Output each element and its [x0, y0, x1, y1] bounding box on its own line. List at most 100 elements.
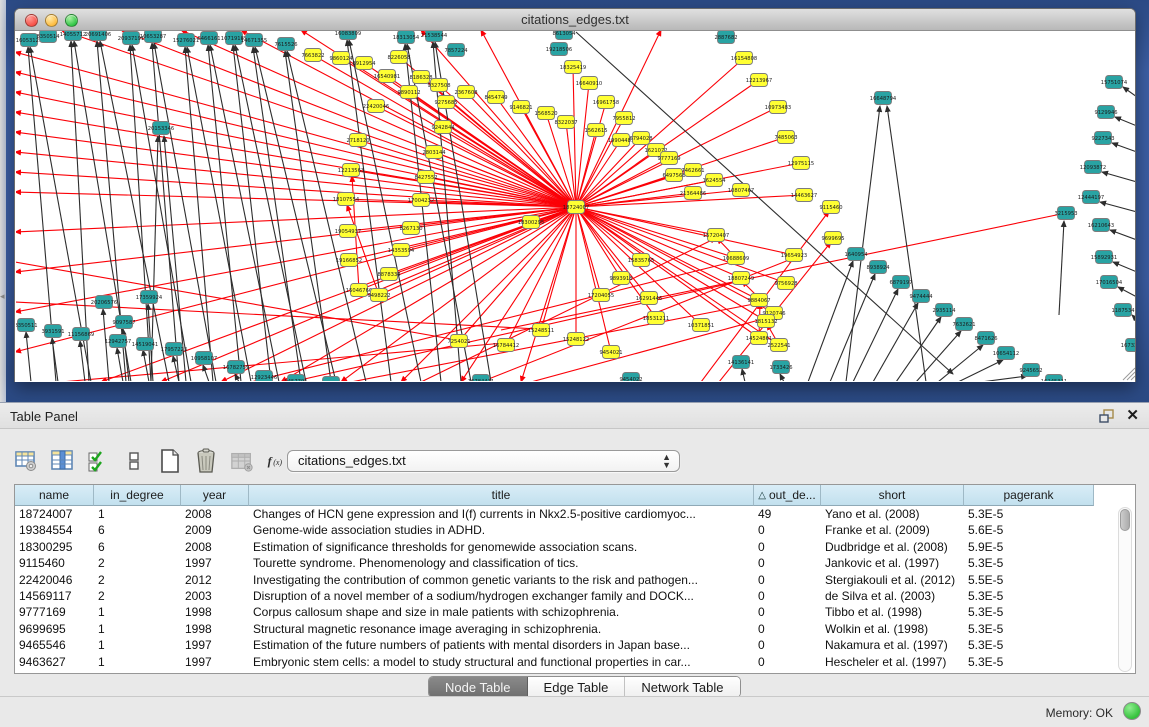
graph-node[interactable]: 1640954 — [844, 248, 868, 261]
table-row[interactable]: 1938455462009Genome-wide association stu… — [15, 522, 1119, 538]
graph-node[interactable]: 19054937 — [335, 225, 361, 238]
graph-node[interactable]: 10688609 — [723, 252, 749, 265]
graph-node[interactable]: 16154808 — [731, 52, 757, 65]
graph-node[interactable]: 2522541 — [767, 339, 790, 352]
graph-node[interactable]: 9457791 — [284, 375, 307, 383]
table-cell[interactable]: 0 — [754, 588, 821, 604]
column-header-name[interactable]: name — [15, 485, 94, 506]
table-cell[interactable]: 5.9E-5 — [964, 539, 1094, 555]
graph-node[interactable]: 16961758 — [593, 96, 619, 109]
graph-node[interactable]: 1624554 — [702, 174, 726, 187]
graph-node[interactable]: 12942757 — [105, 335, 131, 348]
graph-node[interactable]: 19218506 — [546, 43, 572, 56]
table-cell[interactable]: 0 — [754, 604, 821, 620]
graph-node[interactable]: 19166852 — [336, 254, 362, 267]
graph-node[interactable]: 6794028 — [629, 132, 652, 145]
table-cell[interactable]: 2 — [94, 572, 181, 588]
table-cell[interactable]: 22420046 — [15, 572, 94, 588]
table-cell[interactable]: Hescheler et al. (1997) — [821, 654, 964, 670]
graph-node[interactable]: 8938924 — [866, 261, 890, 274]
graph-node[interactable]: 1568520 — [534, 107, 557, 120]
graph-node[interactable]: 14671355 — [241, 34, 267, 47]
table-cell[interactable]: Wolkin et al. (1998) — [821, 621, 964, 637]
graph-node[interactable]: 1562615 — [584, 124, 607, 137]
graph-node[interactable]: 7663822 — [301, 49, 324, 62]
tab-edge-table[interactable]: Edge Table — [528, 677, 626, 697]
table-cell[interactable]: 5.3E-5 — [964, 506, 1094, 522]
graph-node[interactable]: 8226058 — [387, 51, 410, 64]
table-cell[interactable]: 1 — [94, 654, 181, 670]
table-row[interactable]: 1872400712008Changes of HCN gene express… — [15, 506, 1119, 522]
graph-node[interactable]: 8267130 — [399, 222, 422, 235]
graph-node[interactable]: 1187534 — [1111, 304, 1135, 317]
graph-node[interactable]: 2935114 — [932, 304, 956, 317]
graph-node[interactable]: 6879197 — [889, 276, 912, 289]
table-cell[interactable]: Estimation of the future numbers of pati… — [249, 637, 754, 653]
graph-node[interactable]: 9756928 — [774, 277, 797, 290]
graph-node[interactable]: 9242844 — [431, 121, 455, 134]
table-row[interactable]: 1456911722003Disruption of a novel membe… — [15, 588, 1119, 604]
table-cell[interactable]: 2008 — [181, 539, 249, 555]
graph-node[interactable]: 9275685 — [434, 96, 457, 109]
graph-node[interactable]: 9454021 — [599, 346, 622, 359]
graph-node[interactable]: 7462661 — [681, 164, 704, 177]
graph-node[interactable]: 9327508 — [427, 79, 450, 92]
graph-node[interactable]: 11156869 — [68, 328, 94, 341]
table-cell[interactable]: Embryonic stem cells: a model to study s… — [249, 654, 754, 670]
graph-node[interactable]: 16245311 — [1041, 375, 1067, 383]
graph-node[interactable]: 12213967 — [746, 74, 772, 87]
graph-node[interactable]: 10371851 — [688, 319, 714, 332]
graph-node[interactable]: 8471626 — [974, 332, 997, 345]
table-cell[interactable]: 5.3E-5 — [964, 588, 1094, 604]
graph-node[interactable]: 10654112 — [993, 347, 1019, 360]
graph-node[interactable]: 17016504 — [1096, 276, 1123, 289]
unselect-all-icon[interactable] — [122, 449, 146, 473]
graph-node[interactable]: 9129946 — [1094, 106, 1117, 119]
graph-node[interactable]: 7485063 — [774, 131, 797, 144]
graph-node[interactable]: 8454749 — [484, 91, 507, 104]
graph-node[interactable]: 7632621 — [952, 318, 975, 331]
panel-collapse-arrow-icon[interactable]: ◂ — [0, 290, 7, 302]
table-cell[interactable]: 19384554 — [15, 522, 94, 538]
graph-node[interactable]: 16648794 — [870, 92, 897, 105]
table-cell[interactable]: 2 — [94, 588, 181, 604]
graph-node[interactable]: 16053121 — [16, 34, 42, 47]
graph-node[interactable]: 7955812 — [612, 112, 635, 125]
table-cell[interactable]: Tibbo et al. (1998) — [821, 604, 964, 620]
table-cell[interactable]: 9465546 — [15, 637, 94, 653]
show-column-icon[interactable] — [50, 449, 74, 473]
graph-node[interactable]: 17359924 — [136, 291, 163, 304]
table-cell[interactable]: 9777169 — [15, 604, 94, 620]
table-cell[interactable]: Nakamura et al. (1997) — [821, 637, 964, 653]
graph-node[interactable]: 3931591 — [41, 325, 64, 338]
table-row[interactable]: 969969511998Structural magnetic resonanc… — [15, 621, 1119, 637]
table-scrollbar[interactable] — [1118, 507, 1132, 672]
graph-node[interactable]: 9860124 — [329, 52, 353, 65]
table-cell[interactable]: 2012 — [181, 572, 249, 588]
table-cell[interactable]: 1997 — [181, 637, 249, 653]
table-cell[interactable]: 18300295 — [15, 539, 94, 555]
graph-node[interactable]: 16540981 — [374, 70, 400, 83]
graph-node[interactable]: 17204055 — [588, 289, 614, 302]
graph-node[interactable]: 2718120 — [346, 134, 369, 147]
column-header-in_degree[interactable]: in_degree — [94, 485, 181, 506]
column-header-out_de[interactable]: △out_de... — [754, 485, 821, 506]
graph-node[interactable]: 12975115 — [788, 157, 814, 170]
graph-node[interactable]: 8912954 — [352, 57, 376, 70]
table-cell[interactable]: 5.3E-5 — [964, 654, 1094, 670]
tab-node-table[interactable]: Node Table — [429, 677, 528, 697]
table-cell[interactable]: de Silva et al. (2003) — [821, 588, 964, 604]
table-cell[interactable]: Changes of HCN gene expression and I(f) … — [249, 506, 754, 522]
table-cell[interactable]: 1 — [94, 637, 181, 653]
table-cell[interactable]: Jankovic et al. (1997) — [821, 555, 964, 571]
table-row[interactable]: 946362711997Embryonic stem cells: a mode… — [15, 654, 1119, 670]
column-header-pagerank[interactable]: pagerank — [964, 485, 1094, 506]
table-cell[interactable]: Franke et al. (2009) — [821, 522, 964, 538]
graph-node[interactable]: 7615526 — [274, 38, 297, 51]
graph-node[interactable]: 8613054 — [552, 31, 576, 40]
table-cell[interactable]: 14569117 — [15, 588, 94, 604]
graph-node[interactable]: 6466161 — [197, 32, 220, 45]
graph-node[interactable]: 9890112 — [397, 86, 420, 99]
graph-node[interactable]: 8186328 — [409, 71, 432, 84]
table-cell[interactable]: 6 — [94, 539, 181, 555]
